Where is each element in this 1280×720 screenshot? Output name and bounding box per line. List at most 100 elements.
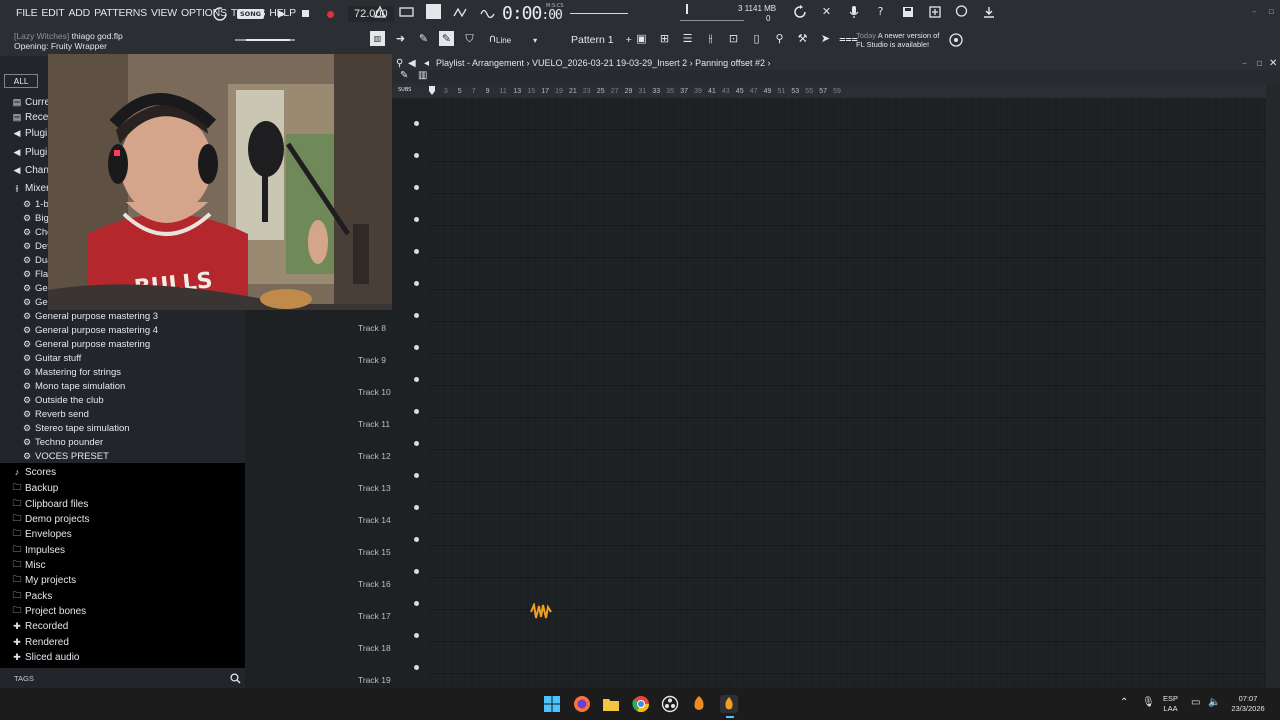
list-item[interactable]: ⚙ Fla [22,267,48,281]
keyboard-icon[interactable]: ▥ [418,70,427,81]
menu-file[interactable]: FILE [14,7,39,19]
folder-envelopes[interactable]: 🗀 Envelopes [12,527,71,541]
menu-add[interactable]: ADD [67,7,93,19]
playlist-title-bar[interactable]: ⚲ ◀ ◂ Playlist - Arrangement › VUELO_202… [392,56,1280,70]
list-item[interactable]: ⚙ Reverb send [22,407,89,421]
firefox-icon[interactable] [573,695,591,713]
tools-icon[interactable]: ✕ [819,4,834,19]
list-item[interactable]: ⚙ Stereo tape simulation [22,421,130,435]
browser-item-plugin-presets[interactable]: ◀ Plugi [12,145,48,159]
clock[interactable]: 07:07 23/3/2026 [1226,694,1270,714]
export-icon[interactable] [927,4,942,19]
folder-impulses[interactable]: 🗀 Impulses [12,543,65,557]
track-mute-button[interactable] [414,153,419,158]
play-button[interactable] [273,6,289,22]
snap-select[interactable]: Line ▾ [496,36,537,45]
folder-clipboard-files[interactable]: 🗀 Clipboard files [12,497,88,511]
track-mute-button[interactable] [414,409,419,414]
minimize-button[interactable]: – [1252,7,1257,17]
folder-backup[interactable]: 🗀 Backup [12,481,58,495]
network-icon[interactable]: ▭ [1191,698,1200,708]
main-volume-slider[interactable] [246,39,290,41]
list-item[interactable]: ⚙ Mastering for strings [22,365,121,379]
wait-input-icon[interactable] [399,4,414,19]
chrome-icon[interactable] [632,695,650,713]
track-label[interactable]: Track 8 [358,323,386,333]
chevron-up-icon[interactable]: ⌃ [1120,698,1128,708]
playlist-minimize-button[interactable]: – [1242,58,1247,69]
search-icon[interactable] [230,673,241,687]
stamp-icon[interactable]: ⛉ [462,31,477,46]
fl-cloud-icon[interactable] [948,32,963,47]
track-label[interactable]: Track 17 [358,611,391,621]
metronome-icon[interactable] [372,4,387,19]
track-mute-button[interactable] [414,537,419,542]
menu-view[interactable]: VIEW [149,7,179,19]
fl-studio-taskbar-icon[interactable] [690,695,708,713]
audio-editor-icon[interactable]: ⩶ [839,31,858,46]
maximize-button[interactable]: ▫ [1268,7,1274,17]
list-item[interactable]: ⚙ Ger [22,295,51,309]
pattern-select[interactable]: Pattern 1 + [571,34,632,46]
piano-icon[interactable]: ▥ [370,31,385,46]
track-label[interactable]: Track 11 [358,419,390,429]
microphone-tray-icon[interactable]: 🎙 [1142,698,1155,708]
track-label[interactable]: Track 16 [358,579,391,589]
draw-tool-icon[interactable]: ✎ [416,31,431,46]
folder-my-projects[interactable]: 🗀 My projects [12,573,76,587]
script-icon[interactable]: ⚒ [795,31,810,46]
folder-recorded[interactable]: ✚ Recorded [12,619,68,633]
track-label[interactable]: Track 18 [358,643,391,653]
windows-start-icon[interactable] [543,695,561,713]
list-item[interactable]: ⚙ Big [22,211,49,225]
track-mute-button[interactable] [414,313,419,318]
blend-notes-icon[interactable] [453,4,468,19]
list-item[interactable]: ⚙ Outside the club [22,393,104,407]
record-button[interactable] [323,6,339,22]
playlist-window-icon[interactable]: ▣ [634,31,649,46]
refresh-icon[interactable] [792,4,807,19]
piano-roll-icon[interactable]: ⊡ [726,31,741,46]
list-item[interactable]: ⚙ Mono tape simulation [22,379,125,393]
track-mute-button[interactable] [414,633,419,638]
track-mute-button[interactable] [414,185,419,190]
track-label[interactable]: Track 12 [358,451,391,461]
folder-misc[interactable]: 🗀 Misc [12,558,45,572]
all-filter-button[interactable]: ALL [4,74,38,88]
master-volume-slider[interactable] [570,13,628,14]
folder-project-bones[interactable]: 🗀 Project bones [12,604,86,618]
list-item[interactable]: ⚙ 1-b [22,197,49,211]
fl-studio-active-icon[interactable] [720,695,738,713]
list-item[interactable]: ⚙ General purpose mastering 3 [22,309,158,323]
magnifier-icon[interactable]: ⚲ [396,58,403,69]
audio-clip-waveform-icon[interactable] [530,601,552,621]
track-mute-button[interactable] [414,281,419,286]
list-item[interactable]: ⚙ Def [22,239,50,253]
list-item[interactable]: ⚙ General purpose mastering 4 [22,323,158,337]
browser-item-plugin-database[interactable]: ◀ Plugi [12,126,48,140]
menu-edit[interactable]: EDIT [39,7,66,19]
mixer-window-icon[interactable]: ⫲ [703,31,718,46]
track-mute-button[interactable] [414,505,419,510]
paint-tool-icon[interactable]: ✎ [439,31,454,46]
playlist-vertical-scrollbar[interactable] [1266,84,1280,688]
list-item[interactable]: ⚙ VOCES PRESET [22,449,109,463]
track-label[interactable]: Track 10 [358,387,391,397]
speaker-icon[interactable]: ◀ [408,58,416,69]
browser-window-icon[interactable]: ▯ [749,31,764,46]
save-icon[interactable] [900,4,915,19]
playlist-grid[interactable] [430,98,1266,688]
track-mute-button[interactable] [414,217,419,222]
track-mute-button[interactable] [414,601,419,606]
countdown-icon[interactable] [426,4,441,19]
track-mute-button[interactable] [414,569,419,574]
track-mute-button[interactable] [414,121,419,126]
track-label[interactable]: Track 9 [358,355,386,365]
loop-record-icon[interactable] [480,4,495,19]
track-mute-button[interactable] [414,665,419,670]
chat-icon[interactable] [954,4,969,19]
tags-label[interactable]: TAGS [14,674,34,683]
patcher-icon[interactable]: ➤ [818,31,833,46]
track-label[interactable]: Track 19 [358,675,391,685]
track-label[interactable]: Track 13 [358,483,391,493]
